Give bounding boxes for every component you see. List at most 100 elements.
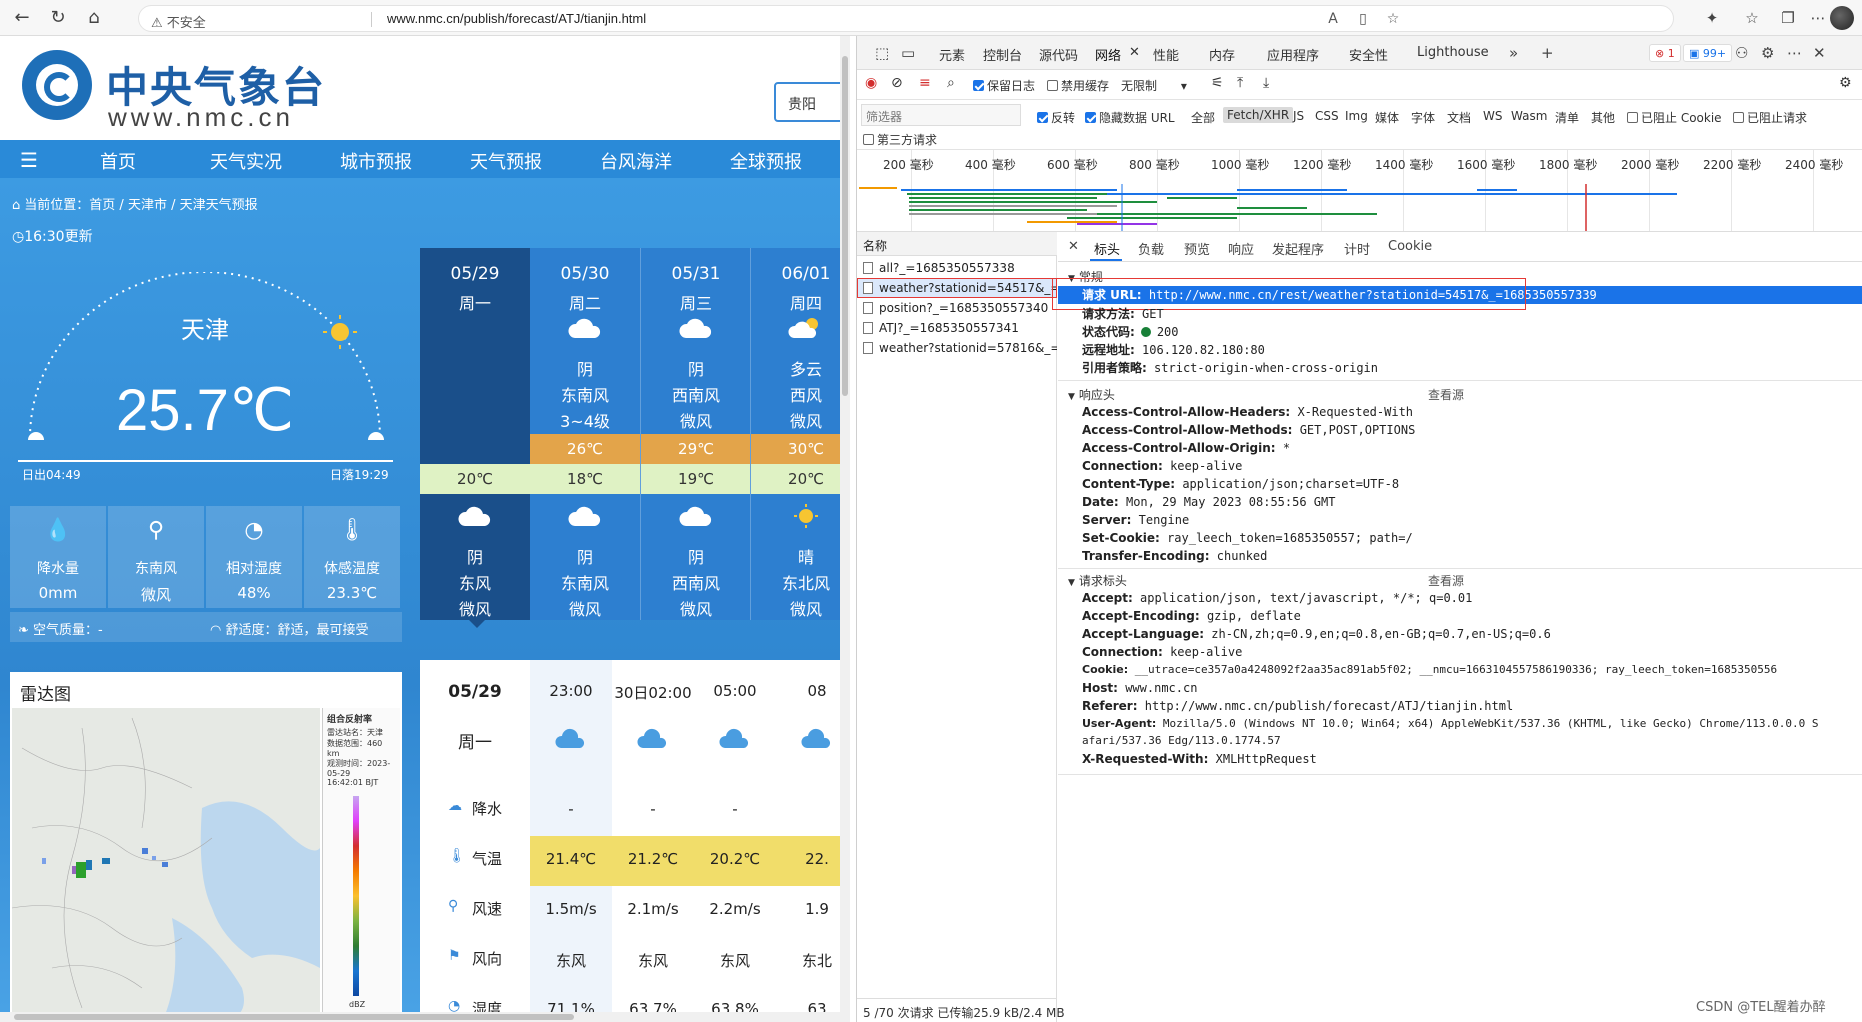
nav-home[interactable]: 首页 — [100, 148, 136, 174]
filter-manifest[interactable]: 清单 — [1555, 109, 1579, 126]
filter-ws[interactable]: WS — [1483, 109, 1502, 123]
third-party-checkbox[interactable]: 第三方请求 — [863, 131, 937, 148]
menu-icon[interactable]: ☰ — [20, 148, 38, 172]
home-icon[interactable]: ⌂ — [82, 6, 106, 30]
nav-global[interactable]: 全球预报 — [730, 148, 802, 174]
filter-input[interactable]: 筛选器 — [861, 104, 1021, 126]
network-conditions-icon[interactable]: ⚟ — [1211, 75, 1224, 91]
preserve-log-checkbox[interactable]: 保留日志 — [973, 77, 1035, 94]
refresh-icon[interactable]: ↻ — [46, 6, 70, 30]
more-tabs-icon[interactable]: » — [1509, 44, 1518, 62]
throttle-select[interactable]: 无限制 ▾ — [1121, 77, 1187, 94]
filter-css[interactable]: CSS — [1315, 109, 1339, 123]
filter-font[interactable]: 字体 — [1411, 109, 1435, 126]
filter-img[interactable]: Img — [1345, 109, 1368, 123]
close-network-tab-icon[interactable]: ✕ — [1129, 45, 1140, 60]
more-icon[interactable]: ⋯ — [1806, 6, 1830, 30]
tab-sources[interactable]: 源代码 — [1039, 45, 1078, 64]
hide-data-urls-checkbox[interactable]: 隐藏数据 URL — [1085, 109, 1175, 126]
radar-map[interactable] — [12, 708, 320, 1022]
filter-icon[interactable]: ≡ — [919, 75, 931, 91]
record-icon[interactable]: ◉ — [865, 75, 877, 91]
export-har-icon[interactable]: ⤓ — [1263, 75, 1269, 91]
page-horizontal-scrollbar[interactable] — [0, 1012, 850, 1022]
filter-other[interactable]: 其他 — [1591, 109, 1615, 126]
tab-cookies[interactable]: Cookie — [1388, 239, 1432, 254]
favorite-star-icon[interactable]: ☆ — [1383, 9, 1403, 29]
breadcrumb-home[interactable]: 首页 — [89, 198, 115, 213]
request-row[interactable]: all?_=1685350557338 — [857, 258, 1057, 278]
tab-initiator[interactable]: 发起程序 — [1272, 239, 1324, 258]
network-overview-timeline[interactable]: 200 毫秒 400 毫秒 600 毫秒 800 毫秒 1000 毫秒 1200… — [857, 150, 1862, 232]
page-vertical-scrollbar[interactable] — [840, 36, 850, 1022]
nav-typhoon[interactable]: 台风海洋 — [600, 148, 672, 174]
address-bar[interactable]: ⚠ 不安全 www.nmc.cn/publish/forecast/ATJ/ti… — [138, 5, 1674, 32]
extensions-icon[interactable]: ✦ — [1700, 6, 1724, 30]
connect-icon[interactable]: ⚇ — [1735, 44, 1748, 62]
request-view-source-link[interactable]: 查看源 — [1428, 572, 1464, 589]
clear-icon[interactable]: ⊘ — [891, 75, 903, 91]
request-headers-toggle[interactable]: ▼ 请求标头 — [1068, 572, 1127, 589]
tab-application[interactable]: 应用程序 — [1267, 45, 1319, 64]
invert-checkbox[interactable]: 反转 — [1037, 109, 1075, 126]
tab-headers[interactable]: 标头 — [1094, 239, 1120, 258]
add-tab-icon[interactable]: + — [1541, 44, 1554, 62]
reader-view-icon[interactable]: ▯ — [1353, 9, 1373, 29]
nav-observations[interactable]: 天气实况 — [210, 148, 282, 174]
settings-icon[interactable]: ⚙ — [1761, 44, 1774, 62]
request-row[interactable]: ATJ?_=1685350557341 — [857, 318, 1057, 338]
tab-network[interactable]: 网络 — [1095, 45, 1121, 64]
blocked-requests-checkbox[interactable]: 已阻止请求 — [1733, 109, 1807, 126]
tab-lighthouse[interactable]: Lighthouse — [1417, 45, 1489, 60]
favorites-icon[interactable]: ☆ — [1740, 6, 1764, 30]
tab-response[interactable]: 响应 — [1228, 239, 1254, 258]
message-badge[interactable]: ▣ 99+ — [1683, 44, 1733, 62]
tab-performance[interactable]: 性能 — [1153, 45, 1179, 64]
filter-js[interactable]: JS — [1293, 109, 1304, 123]
request-row[interactable]: position?_=1685350557340 — [857, 298, 1057, 318]
security-warning[interactable]: ⚠ 不安全 — [151, 12, 206, 31]
day-column[interactable]: 06/01 周四 多云 西风 微风 30℃ 20℃ 晴 东北风 微风 — [750, 248, 850, 620]
air-quality-text[interactable]: 空气质量：- — [33, 623, 103, 638]
disable-cache-checkbox[interactable]: 禁用缓存 — [1047, 77, 1109, 94]
device-toolbar-icon[interactable]: ▭ — [901, 44, 915, 62]
city-search-input[interactable]: 贵阳 — [774, 82, 850, 122]
url-text[interactable]: www.nmc.cn/publish/forecast/ATJ/tianjin.… — [387, 11, 646, 26]
name-column-header[interactable]: 名称 — [857, 232, 1057, 256]
filter-media[interactable]: 媒体 — [1375, 109, 1399, 126]
tab-security[interactable]: 安全性 — [1349, 45, 1388, 64]
network-settings-icon[interactable]: ⚙ — [1839, 75, 1852, 91]
inspect-icon[interactable]: ⬚ — [875, 44, 889, 62]
day-column[interactable]: 05/31 周三 阴 西南风 微风 29℃ 19℃ 阴 西南风 微风 — [640, 248, 751, 620]
search-icon[interactable]: ⌕ — [947, 75, 955, 91]
collections-icon[interactable]: ❐ — [1776, 6, 1800, 30]
request-row[interactable]: weather?stationid=57816&_=1... — [857, 338, 1057, 358]
filter-all[interactable]: 全部 — [1191, 109, 1215, 126]
day-column[interactable]: 05/29 周一 20℃ 阴 东风 微风 — [420, 248, 530, 620]
error-badge[interactable]: ⊗ 1 — [1649, 44, 1681, 62]
tab-preview[interactable]: 预览 — [1184, 239, 1210, 258]
tab-console[interactable]: 控制台 — [983, 45, 1022, 64]
tab-elements[interactable]: 元素 — [939, 45, 965, 64]
response-headers-toggle[interactable]: ▼ 响应头 — [1068, 386, 1115, 403]
close-detail-icon[interactable]: ✕ — [1068, 239, 1079, 254]
nmc-logo-icon[interactable] — [22, 50, 92, 120]
filter-doc[interactable]: 文档 — [1447, 109, 1471, 126]
import-har-icon[interactable]: ⤒ — [1237, 75, 1243, 91]
customize-icon[interactable]: ⋯ — [1787, 44, 1802, 62]
blocked-cookies-checkbox[interactable]: 已阻止 Cookie — [1627, 109, 1722, 126]
profile-avatar[interactable] — [1830, 6, 1854, 30]
read-aloud-icon[interactable]: A — [1323, 9, 1343, 29]
breadcrumb-city[interactable]: 天津市 — [128, 198, 167, 213]
back-icon[interactable]: ← — [10, 6, 34, 30]
day-column[interactable]: 05/30 周二 阴 东南风 3~4级 26℃ 18℃ 阴 东南风 微风 — [530, 248, 640, 620]
tab-payload[interactable]: 负载 — [1138, 239, 1164, 258]
nav-weather-forecast[interactable]: 天气预报 — [470, 148, 542, 174]
filter-fetch-xhr[interactable]: Fetch/XHR — [1223, 107, 1294, 123]
tab-timing[interactable]: 计时 — [1344, 239, 1370, 258]
tab-memory[interactable]: 内存 — [1209, 45, 1235, 64]
close-devtools-icon[interactable]: ✕ — [1813, 44, 1826, 62]
response-view-source-link[interactable]: 查看源 — [1428, 386, 1464, 403]
nav-city-forecast[interactable]: 城市预报 — [340, 148, 412, 174]
filter-wasm[interactable]: Wasm — [1511, 109, 1547, 123]
